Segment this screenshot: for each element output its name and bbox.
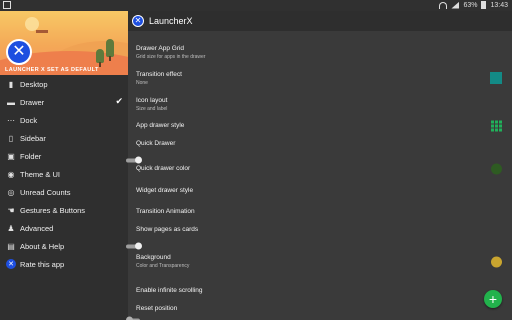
badge-icon: ◎	[7, 187, 15, 197]
sidebar-item-advanced[interactable]: ♟ Advanced	[0, 219, 128, 237]
setting-title: App drawer style	[136, 122, 185, 129]
setting-quick-drawer-color[interactable]: Quick drawer color	[128, 160, 512, 177]
setting-show-pages-as-cards[interactable]: Show pages as cards	[126, 220, 512, 250]
status-bar: 63% 13:43	[0, 0, 512, 11]
folder-icon: ▣	[7, 151, 15, 161]
wifi-icon	[439, 1, 448, 9]
sidebar-item-rate-this-app[interactable]: ✕ Rate this app	[0, 255, 128, 273]
app-root: 63% 13:43 ✕ LAUNCHER X SET AS DEFAULT ▮ D…	[0, 0, 512, 320]
page-title: LauncherX	[149, 16, 193, 26]
desktop-icon: ▮	[8, 79, 14, 89]
setting-title: Transition effect	[136, 70, 182, 78]
sidebar-item-gestures-buttons[interactable]: ☚ Gestures & Buttons	[0, 201, 128, 219]
toggle-switch[interactable]	[126, 316, 142, 320]
drawer-nav-list: ▮ Desktop ▬ Drawer ✔ ⋯ Dock ▯ Sidebar ▣ Folder ◉ The…	[0, 75, 128, 273]
sidebar-item-drawer[interactable]: ▬ Drawer ✔	[0, 93, 128, 111]
setting-enable-infinite-scrolling[interactable]: Enable infinite scrolling	[128, 277, 512, 303]
status-icons: 63% 13:43	[439, 1, 508, 9]
rate-icon: ✕	[6, 259, 16, 269]
signal-icon	[451, 1, 460, 9]
setting-app-drawer-style[interactable]: App drawer style	[128, 117, 512, 134]
info-icon: ▤	[7, 241, 15, 251]
setting-title: Quick Drawer	[136, 140, 176, 147]
tree-trunk-illustration	[99, 62, 101, 67]
sidebar-item-label: Unread Counts	[20, 187, 71, 197]
setting-title: Reset position	[136, 304, 178, 312]
tree-illustration	[106, 39, 114, 57]
battery-icon	[481, 1, 487, 9]
launcherx-logo-icon: ✕	[6, 39, 32, 65]
screenshot-icon	[3, 1, 11, 9]
setting-title: Transition Animation	[136, 208, 195, 215]
setting-subtitle: None	[136, 79, 148, 86]
sidebar-item-label: Advanced	[20, 223, 54, 233]
setting-title: Drawer App Grid	[136, 44, 185, 52]
hand-icon: ☚	[7, 205, 15, 215]
dock-icon: ⋯	[7, 115, 15, 125]
grid-icon	[491, 120, 502, 131]
navigation-drawer: ✕ LAUNCHER X SET AS DEFAULT ▮ Desktop ▬ Dra…	[0, 11, 128, 320]
sidebar-item-theme-ui[interactable]: ◉ Theme & UI	[0, 165, 128, 183]
sun-illustration	[25, 17, 39, 31]
palette-icon: ◉	[7, 169, 15, 179]
battery-percent: 63%	[463, 1, 478, 9]
setting-transition-animation[interactable]: Transition Animation	[128, 203, 512, 220]
banner-caption[interactable]: LAUNCHER X SET AS DEFAULT	[5, 67, 99, 73]
setting-title: Background	[136, 254, 171, 261]
sidebar-item-label: Sidebar	[20, 133, 46, 143]
drawer-icon: ▬	[7, 97, 15, 107]
toolbar: ✕ LauncherX	[128, 11, 512, 31]
setting-icon-layout[interactable]: Icon layout Size and label	[128, 91, 512, 117]
clock: 13:43	[490, 1, 508, 9]
app-logo-icon: ✕	[132, 15, 144, 27]
setting-quick-drawer[interactable]: Quick Drawer	[126, 134, 512, 164]
sidebar-item-sidebar[interactable]: ▯ Sidebar	[0, 129, 128, 147]
color-swatch[interactable]	[491, 256, 502, 267]
sidebar-item-label: Gestures & Buttons	[20, 205, 86, 215]
transition-preview-icon	[490, 72, 502, 84]
tree-trunk-illustration	[109, 56, 111, 61]
sidebar-item-about-help[interactable]: ▤ About & Help	[0, 237, 128, 255]
sidebar-item-label: Folder	[20, 151, 42, 161]
boat-illustration	[36, 30, 48, 33]
add-fab-button[interactable]: +	[484, 290, 502, 308]
setting-drawer-app-grid[interactable]: Drawer App Grid Grid size for apps in the…	[128, 39, 512, 65]
settings-list: Drawer App Grid Grid size for apps in the…	[126, 39, 512, 320]
sidebar-item-label: Drawer	[20, 97, 45, 107]
setting-widget-drawer-style[interactable]: Widget drawer style	[128, 177, 512, 203]
toggle-knob	[126, 316, 133, 320]
setting-title: Icon layout	[136, 96, 168, 104]
setting-title: Widget drawer style	[136, 186, 194, 194]
sidebar-item-dock[interactable]: ⋯ Dock	[0, 111, 128, 129]
setting-subtitle: Color and Transparency	[136, 263, 190, 269]
sidebar-item-label: Dock	[20, 115, 38, 125]
sidebar-item-desktop[interactable]: ▮ Desktop	[0, 75, 128, 93]
setting-background[interactable]: Background Color and Transparency	[128, 246, 512, 277]
setting-title: Show pages as cards	[136, 226, 199, 233]
sidebar-item-label: About & Help	[20, 241, 65, 251]
checkmark-icon: ✔	[115, 96, 123, 106]
sidebar-item-unread-counts[interactable]: ◎ Unread Counts	[0, 183, 128, 201]
setting-reset-position[interactable]: Reset position	[126, 303, 512, 320]
sidebar-item-label: Rate this app	[20, 259, 65, 269]
sidebar-icon: ▯	[8, 133, 14, 143]
setting-subtitle: Grid size for apps in the drawer	[136, 53, 206, 60]
sidebar-item-label: Desktop	[20, 79, 48, 89]
setting-transition-effect[interactable]: Transition effect None	[128, 65, 512, 91]
setting-subtitle: Size and label	[136, 105, 168, 112]
sidebar-item-label: Theme & UI	[20, 169, 61, 179]
person-icon: ♟	[7, 223, 15, 233]
sidebar-item-folder[interactable]: ▣ Folder	[0, 147, 128, 165]
drawer-banner: ✕ LAUNCHER X SET AS DEFAULT	[0, 11, 128, 75]
setting-title: Quick drawer color	[136, 165, 191, 172]
setting-title: Enable infinite scrolling	[136, 286, 203, 294]
tree-illustration	[96, 49, 104, 63]
color-swatch[interactable]	[491, 163, 502, 174]
